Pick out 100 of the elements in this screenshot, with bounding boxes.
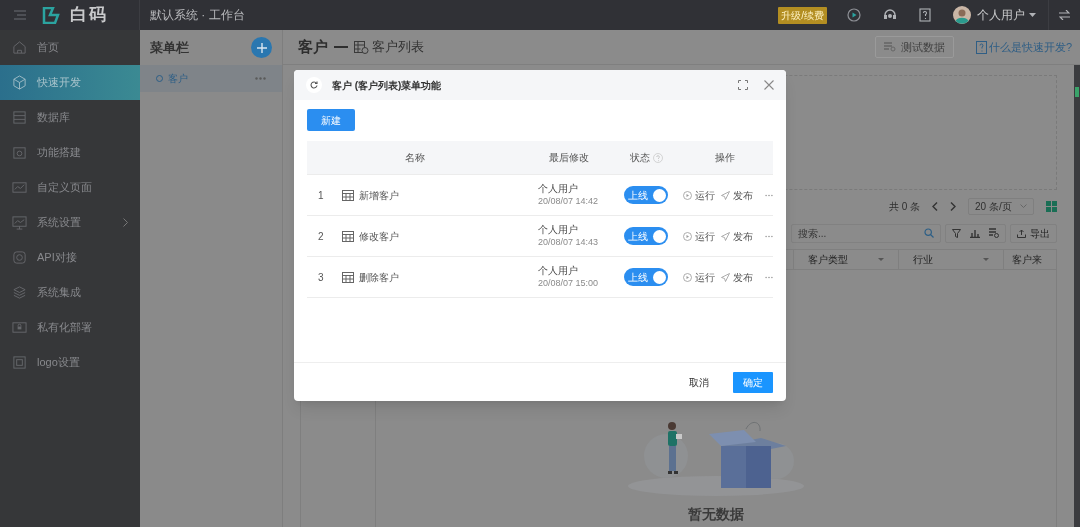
filter-icon[interactable] — [952, 228, 961, 238]
search-field[interactable]: 搜索... — [791, 223, 941, 243]
table-icon — [342, 189, 354, 201]
status-toggle[interactable]: 上线 — [624, 186, 668, 204]
run-link[interactable]: 运行 — [683, 269, 715, 285]
row-number: 2 — [318, 229, 325, 244]
column-header[interactable]: 客户类型 — [808, 252, 848, 267]
empty-message: 暂无数据 — [688, 505, 744, 524]
panel-title: 菜单栏 — [150, 38, 189, 57]
run-link[interactable]: 运行 — [683, 228, 715, 244]
cancel-button[interactable]: 取消 — [683, 370, 715, 394]
table-settings-icon[interactable] — [989, 228, 999, 238]
record-count: 共 0 条 — [888, 199, 920, 214]
export-button[interactable]: 导出 — [1010, 223, 1057, 243]
modified-time: 20/08/07 15:00 — [538, 277, 600, 290]
search-icon[interactable] — [924, 228, 934, 238]
upload-icon — [1017, 228, 1026, 238]
headset-icon[interactable] — [883, 9, 897, 21]
caret-icon[interactable] — [1029, 13, 1036, 17]
modified-by: 个人用户 — [538, 223, 579, 236]
publish-link[interactable]: 发布 — [721, 269, 753, 285]
menu-item-icon — [12, 40, 27, 55]
avatar-icon[interactable] — [953, 6, 971, 24]
menu-icon[interactable] — [14, 10, 26, 20]
row-number: 3 — [318, 270, 325, 285]
modified-by: 个人用户 — [538, 182, 579, 195]
menu-item[interactable]: 客户 — [140, 65, 282, 92]
breadcrumb: 默认系统 · 工作台 — [150, 7, 245, 24]
table-icon — [342, 271, 354, 283]
sidebar-item[interactable]: 自定义页面 — [0, 170, 140, 205]
help-book-icon — [975, 40, 987, 54]
sidebar-item[interactable]: 功能搭建 — [0, 135, 140, 170]
confirm-button[interactable]: 确定 — [733, 371, 773, 393]
sidebar-item[interactable]: logo设置 — [0, 345, 140, 380]
close-icon[interactable] — [764, 80, 774, 90]
publish-link[interactable]: 发布 — [721, 228, 753, 244]
refresh-icon[interactable] — [306, 77, 322, 93]
sidebar-item[interactable]: 快速开发 — [0, 65, 140, 100]
fullscreen-icon[interactable] — [738, 80, 748, 90]
sidebar-item[interactable]: 首页 — [0, 30, 140, 65]
previous-page-icon[interactable] — [932, 201, 938, 211]
column-header: 状态 — [629, 151, 650, 165]
dialog-title: 客户 (客户列表)菜单功能 — [332, 78, 442, 93]
help-link[interactable]: 什么是快速开发? — [975, 38, 1072, 56]
sort-caret-icon[interactable] — [983, 258, 989, 261]
list-icon — [354, 40, 369, 54]
menu-item-icon — [12, 355, 27, 370]
bar-chart-icon[interactable] — [970, 228, 980, 238]
more-icon[interactable] — [765, 193, 773, 197]
menu-item-icon — [12, 145, 27, 160]
page-size-select[interactable]: 20 条/页 — [968, 197, 1034, 215]
modified-time: 20/08/07 14:43 — [538, 236, 600, 249]
send-icon — [721, 231, 730, 241]
column-header: 操作 — [715, 151, 735, 165]
menu-item-icon — [12, 75, 27, 90]
function-name: 修改客户 — [359, 229, 399, 244]
menu-item-icon — [12, 110, 27, 125]
sidebar-item[interactable]: 系统设置 — [0, 205, 140, 240]
more-icon[interactable] — [765, 275, 773, 279]
sidebar-item[interactable]: 数据库 — [0, 100, 140, 135]
sidebar-item[interactable]: API对接 — [0, 240, 140, 275]
upgrade-badge[interactable]: 升级/续费 — [778, 6, 827, 24]
user-name[interactable]: 个人用户 — [977, 6, 1025, 24]
sort-caret-icon[interactable] — [878, 258, 884, 261]
send-icon — [721, 272, 730, 282]
send-icon — [721, 190, 730, 200]
menu-item-icon — [12, 215, 27, 230]
play-icon[interactable] — [847, 8, 861, 22]
play-circle-icon — [683, 231, 692, 241]
next-page-icon[interactable] — [950, 201, 956, 211]
function-name: 删除客户 — [359, 270, 399, 285]
publish-link[interactable]: 发布 — [721, 187, 753, 203]
more-icon[interactable] — [765, 234, 773, 238]
column-header: 名称 — [404, 151, 425, 165]
brand-name: 白码 — [70, 4, 108, 27]
status-toggle[interactable]: 上线 — [624, 268, 668, 286]
switch-icon[interactable] — [1059, 10, 1070, 20]
sidebar-item[interactable]: 私有化部署 — [0, 310, 140, 345]
add-menu-button[interactable] — [251, 37, 272, 58]
new-button[interactable]: 新建 — [307, 109, 355, 131]
logo-icon — [42, 6, 60, 24]
row-number: 1 — [318, 188, 325, 203]
status-toggle[interactable]: 上线 — [624, 227, 668, 245]
page-subtitle: 客户列表 — [372, 38, 424, 57]
run-link[interactable]: 运行 — [683, 187, 715, 203]
more-icon[interactable] — [255, 77, 266, 80]
menu-item-icon — [12, 180, 27, 195]
sidebar-item[interactable]: 系统集成 — [0, 275, 140, 310]
column-header[interactable]: 行业 — [913, 252, 933, 267]
title-dash — [334, 46, 348, 48]
table-icon — [342, 230, 354, 242]
play-circle-icon — [683, 272, 692, 282]
page-title: 客户 — [298, 36, 328, 57]
menu-item-icon — [12, 250, 27, 265]
test-data-button[interactable]: 测试数据 — [874, 36, 954, 58]
column-header[interactable]: 客户来 — [1012, 252, 1042, 267]
modified-by: 个人用户 — [538, 264, 579, 277]
help-book-icon[interactable] — [919, 8, 931, 22]
grid-view-icon[interactable] — [1046, 200, 1057, 212]
data-icon — [883, 42, 896, 52]
